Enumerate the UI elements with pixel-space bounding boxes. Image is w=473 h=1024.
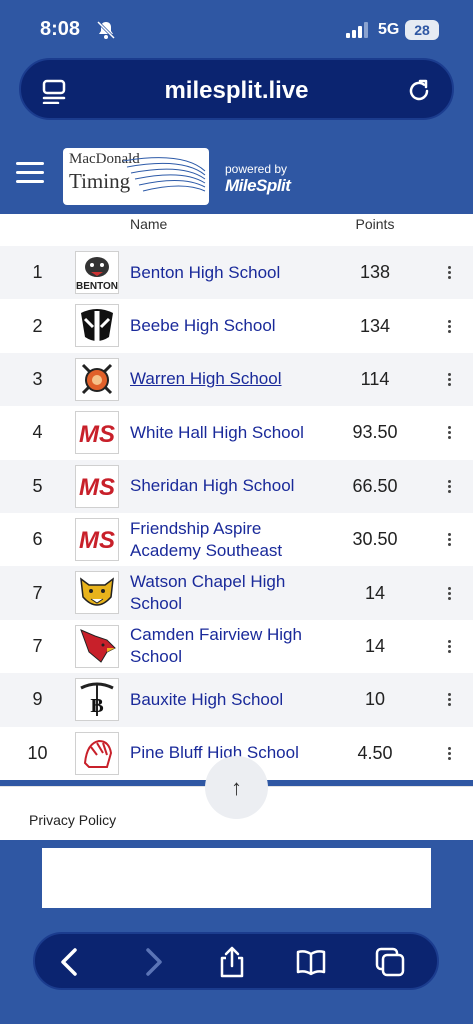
- more-options-icon[interactable]: [425, 620, 473, 673]
- badger-logo-icon: [75, 304, 119, 348]
- battery-level: 28: [405, 20, 439, 40]
- school-name[interactable]: Beebe High School: [130, 299, 320, 352]
- forward-icon[interactable]: [136, 946, 168, 978]
- school-name[interactable]: Warren High School: [130, 353, 320, 406]
- more-options-icon[interactable]: [425, 673, 473, 726]
- school-name[interactable]: Benton High School: [130, 246, 320, 299]
- school-name[interactable]: White Hall High School: [130, 406, 320, 459]
- bauxite-b-text: B: [90, 695, 103, 717]
- milesplit-brand[interactable]: MileSplit: [225, 176, 291, 196]
- address-bar[interactable]: milesplit.live: [19, 58, 454, 120]
- scroll-to-top-button[interactable]: ↑: [205, 756, 268, 819]
- back-icon[interactable]: [55, 946, 87, 978]
- bell-slash-icon: [96, 20, 116, 40]
- table-row: 1 BENTON Benton High School 138: [0, 246, 473, 300]
- school-name[interactable]: Camden Fairview High School: [130, 620, 320, 673]
- ms-logo-icon: MS: [75, 517, 119, 561]
- school-name[interactable]: Sheridan High School: [130, 460, 320, 513]
- miner-logo-icon: B: [75, 678, 119, 722]
- table-body: 1 BENTON Benton High School 138 2 Beebe …: [0, 246, 473, 780]
- lumberjack-logo-icon: [75, 357, 119, 401]
- points: 4.50: [357, 742, 393, 763]
- points: 138: [359, 262, 391, 283]
- rank: 7: [32, 635, 43, 656]
- track-lanes-icon: [123, 157, 206, 192]
- ms-logo-icon: MS: [75, 411, 119, 455]
- reload-icon[interactable]: [406, 77, 432, 105]
- share-icon[interactable]: [216, 946, 248, 978]
- points: 10: [364, 689, 386, 710]
- browser-toolbar: [33, 932, 439, 990]
- wildcat-logo-icon: [75, 571, 119, 615]
- more-options-icon[interactable]: [425, 299, 473, 352]
- ms-text: MS: [79, 474, 115, 501]
- network-type: 5G: [378, 21, 400, 38]
- rank: 6: [32, 529, 43, 550]
- table-row: 9 B Bauxite High School 10: [0, 673, 473, 727]
- powered-by-text: powered by: [225, 162, 288, 176]
- header-name[interactable]: Name: [130, 216, 167, 232]
- bookmarks-icon[interactable]: [295, 946, 327, 978]
- status-bar: 8:08 5G 28: [0, 0, 473, 56]
- points: 30.50: [352, 529, 398, 550]
- more-options-icon[interactable]: [425, 460, 473, 513]
- table-row: 5 MS Sheridan High School 66.50: [0, 459, 473, 513]
- signal-icon: [346, 22, 368, 38]
- url-text[interactable]: milesplit.live: [21, 77, 452, 105]
- menu-icon[interactable]: [16, 162, 44, 184]
- benton-text: BENTON: [76, 281, 118, 292]
- points: 14: [364, 582, 386, 603]
- panther-logo-icon: BENTON: [75, 251, 119, 294]
- more-options-icon[interactable]: [425, 353, 473, 406]
- more-options-icon[interactable]: [425, 513, 473, 566]
- zebra-logo-icon: [75, 731, 119, 775]
- more-options-icon[interactable]: [425, 566, 473, 619]
- table-row: 2 Beebe High School 134: [0, 299, 473, 353]
- status-time: 8:08: [40, 18, 81, 40]
- tabs-icon[interactable]: [374, 946, 406, 978]
- points: 14: [364, 635, 386, 656]
- table-header: Name Points: [0, 214, 473, 246]
- more-options-icon[interactable]: [425, 406, 473, 459]
- points: 66.50: [352, 475, 398, 496]
- cardinal-logo-icon: [75, 624, 119, 668]
- site-header: MacDonald Timing powered by MileSplit: [0, 120, 473, 214]
- points: 93.50: [352, 422, 398, 443]
- ms-logo-icon: MS: [75, 464, 119, 508]
- rank: 3: [32, 368, 43, 389]
- rank: 2: [32, 315, 43, 336]
- rank: 7: [32, 582, 43, 603]
- ms-text: MS: [79, 527, 115, 554]
- team-scores-table: Name Points 1 BENTON Benton High School …: [0, 214, 473, 780]
- rank: 4: [32, 422, 43, 443]
- macdonald-timing-logo[interactable]: MacDonald Timing: [63, 148, 209, 205]
- ms-text: MS: [79, 421, 115, 448]
- table-row: 3 Warren High School 114: [0, 352, 473, 407]
- privacy-policy-link[interactable]: Privacy Policy: [29, 812, 116, 828]
- arrow-up-icon: ↑: [231, 774, 242, 800]
- points: 114: [360, 368, 390, 389]
- table-row: 7 Watson Chapel High School 14: [0, 566, 473, 620]
- school-name[interactable]: Friendship Aspire Academy Southeast: [130, 513, 320, 566]
- school-name[interactable]: Watson Chapel High School: [130, 566, 320, 619]
- header-points[interactable]: Points: [326, 216, 424, 232]
- logo-line2: Timing: [69, 169, 131, 193]
- table-row: 4 MS White Hall High School 93.50: [0, 406, 473, 460]
- rank: 9: [32, 689, 43, 710]
- table-row: 7 Camden Fairview High School 14: [0, 619, 473, 674]
- rank: 1: [32, 262, 43, 283]
- school-name[interactable]: Bauxite High School: [130, 673, 320, 726]
- points: 134: [359, 315, 391, 336]
- more-options-icon[interactable]: [425, 246, 473, 299]
- rank: 5: [32, 475, 43, 496]
- rank: 10: [27, 742, 48, 763]
- table-row: 6 MS Friendship Aspire Academy Southeast…: [0, 512, 473, 567]
- ad-banner[interactable]: [42, 848, 431, 908]
- more-options-icon[interactable]: [425, 727, 473, 780]
